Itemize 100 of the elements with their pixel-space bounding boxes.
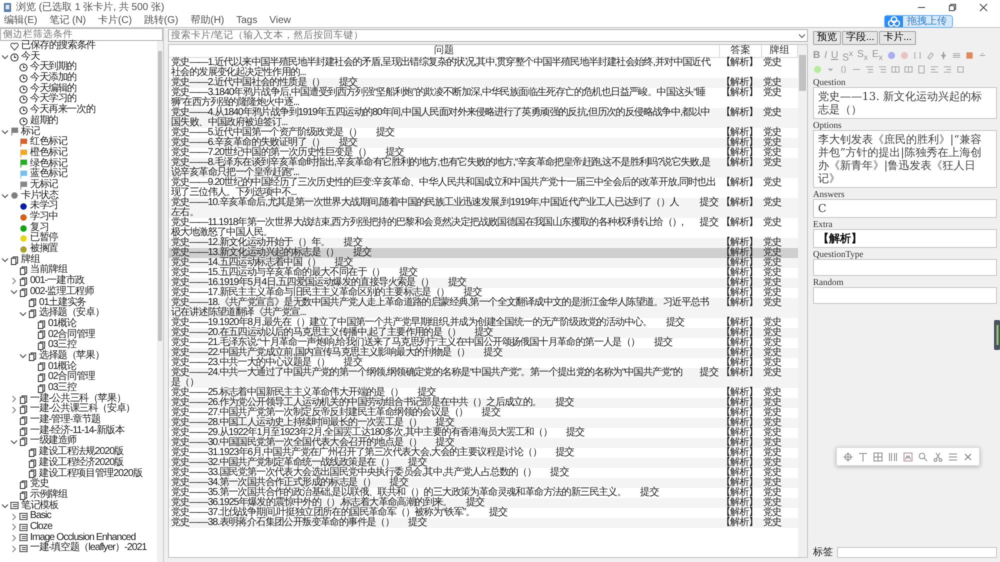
sidebar-item[interactable]: 选择题（苹果） (39, 350, 104, 362)
menu-icon[interactable] (948, 452, 958, 462)
sidebar-item[interactable]: 01概论 (48, 318, 76, 330)
editor-button[interactable]: 预览 (813, 31, 841, 45)
sidebar-item[interactable]: 03三控 (48, 340, 76, 351)
eraser-icon[interactable] (926, 51, 935, 60)
sidebar-item[interactable]: 已保存的搜索条件 (21, 41, 96, 52)
table-row[interactable]: 党史——13.新文化运动兴起的标志是（） 提交 【解析】 党史 (169, 248, 798, 258)
circle-icon[interactable] (886, 51, 896, 60)
bracket-icon[interactable] (912, 51, 922, 60)
sidebar-item[interactable]: 笔记模板 (21, 500, 58, 512)
table-row[interactable]: 党史——30.中国国民党第一次全国代表大会召开的地点是（） 提交 【解析】 党史 (169, 438, 798, 448)
chevron-down-icon[interactable] (1, 502, 9, 510)
table-row[interactable]: 党史——38.表明蒋介石集团公开叛变革命的事件是（） 提交 【解析】 党史 (169, 518, 798, 528)
sidebar-item[interactable]: 示例牌组 (30, 490, 68, 501)
table-row[interactable]: 党史——24.中共一大通过了中国共产党的第一个纲领,纲领确定党的名称是“中国共产党”。第一个提出党的名称为“中国共产党”的是（） 提交 【解析】 党史 (169, 368, 798, 388)
tags-field[interactable] (837, 547, 997, 558)
table-row[interactable]: 党史——28.中国工人运动史上持续时间最长的一次罢工是（） 提交 【解析】 党史 (169, 418, 798, 428)
circle-icon[interactable] (900, 51, 909, 60)
grid-icon[interactable] (872, 452, 883, 462)
column-header[interactable]: 答案 (720, 45, 762, 58)
columns-icon[interactable] (888, 452, 898, 462)
chevron-down-icon[interactable] (19, 310, 27, 318)
crosshair-icon[interactable] (842, 452, 853, 462)
sidebar-item[interactable]: 今天编辑的 (30, 84, 77, 94)
table-row[interactable]: 党史——12.新文化运动开始于（）年。 提交 【解析】 党史 (169, 238, 798, 248)
chevron-right-icon[interactable] (10, 523, 18, 532)
sidebar-item[interactable]: 002-监理工程师 (30, 286, 94, 298)
sidebar-item[interactable]: 03三控 (48, 383, 76, 394)
chevron-right-icon[interactable] (10, 406, 18, 414)
scissors-icon[interactable] (933, 452, 944, 462)
sidebar-item[interactable]: 建设工程经济2020版 (39, 458, 124, 469)
lines-icon[interactable] (952, 51, 961, 60)
microphone-icon[interactable] (938, 51, 948, 60)
paren-icon[interactable] (839, 65, 848, 74)
table-row[interactable]: 党史——16.1919年5月4日,五四爱国运动爆发的直接导火索是（） 提交 【解析】 党史 (169, 278, 798, 288)
sidebar-item[interactable]: 超期的 (30, 116, 58, 127)
sidebar-item[interactable]: 卡片状态 (21, 190, 58, 202)
align-right-icon[interactable] (943, 65, 952, 74)
side-widget[interactable] (994, 320, 1000, 350)
sidebar-item[interactable]: 学习中 (30, 212, 58, 223)
menu-item[interactable]: Tags (236, 15, 258, 27)
chevron-down-icon[interactable] (1, 192, 9, 200)
sidebar-item[interactable]: 建设工程项目管理2020版 (39, 468, 142, 480)
text-field[interactable] (813, 259, 997, 276)
scrollbar[interactable] (798, 45, 807, 557)
sidebar-item[interactable]: 今天添加的 (30, 73, 77, 84)
chevron-right-icon[interactable] (10, 534, 18, 542)
chevron-right-icon[interactable] (10, 512, 18, 521)
chevron-down-icon[interactable] (1, 128, 9, 136)
sidebar-item[interactable]: 蓝色标记 (30, 169, 68, 180)
table-row[interactable]: 党史——6.辛亥革命的失败证明了（） 提交 【解析】 党史 (169, 138, 798, 148)
sidebar-item[interactable]: 02合同管理 (48, 330, 95, 340)
menu-item[interactable]: 卡片(C) (98, 15, 132, 27)
table-row[interactable]: 党史——22.中国共产党成立前,国内宣传马克思主义影响最大的刊物是（） 提交 【解析】 党史 (169, 348, 798, 358)
sidebar-item[interactable]: 一建-管理-章节题 (30, 415, 100, 426)
sidebar-item[interactable]: 标记 (21, 126, 40, 138)
chevron-right-icon[interactable] (10, 277, 18, 286)
search-icon[interactable] (918, 452, 928, 462)
sidebar-item[interactable]: 今天再来一次的 (30, 105, 96, 116)
table-row[interactable]: 党史——34.第一次国共合作正式形成的标志是（） 提交 【解析】 党史 (169, 478, 798, 488)
chevron-down-icon[interactable] (1, 53, 9, 62)
table-row[interactable]: 党史——32.中国共产党制定革命统一战线政策是在（） 提交 【解析】 党史 (169, 458, 798, 468)
text-field[interactable]: C (813, 199, 997, 218)
table-row[interactable]: 党史——4.从1840年鸦片战争到1919年五四运动的80年间,中国人民面对外来侵略进行了英勇顽强的反抗,但历次的反侵略战争中,都以中国失败、中国政府被迫签订... 【解析】 党史 (169, 108, 798, 128)
text-tool-icon[interactable] (858, 452, 868, 462)
chevron-right-icon[interactable] (10, 395, 18, 404)
chevron-down-icon[interactable] (10, 288, 18, 296)
table-row[interactable]: 党史——20.在五四运动以后的马克思主义传播中,起了主要作用的是（） 提交 【解析】 党史 (169, 328, 798, 338)
menu-item[interactable]: View (269, 15, 291, 27)
sidebar-item[interactable]: 001-一建市政 (30, 276, 84, 287)
text-field[interactable]: 党史——13. 新文化运动兴起的标志是（） (813, 87, 997, 120)
menu-item[interactable]: 帮助(H) (190, 15, 224, 27)
text-field[interactable]: 【解析】 (813, 229, 997, 248)
chevron-down-icon[interactable] (10, 438, 18, 446)
table-row[interactable]: 党史——8.毛泽东在谈到辛亥革命时指出,辛亥革命有它胜利的地方,也有它失败的地方,“辛亥革命把皇帝赶跑,这不是胜利吗?说它失败,是说辛亥革命只把一个皇帝赶跑”... 【解析】 党史 (169, 158, 798, 178)
column-header[interactable]: 问题 (169, 45, 720, 58)
table-row[interactable]: 党史——10.辛亥革命后,尤其是第一次世界大战期间,随着中国的民族工业迅速发展,到1919年,中国近代产业工人已达到了（）人左右。 提交 【解析】 党史 (169, 198, 798, 218)
sidebar-item[interactable]: Cloze (30, 522, 52, 533)
editor-button[interactable]: 卡片... (879, 31, 916, 45)
sidebar-item[interactable]: 红色标记 (30, 137, 68, 148)
sidebar-item[interactable]: 01概论 (48, 362, 76, 372)
square-icon[interactable] (956, 65, 965, 74)
table-row[interactable]: 党史——14.五四运动标志着中国（） 提交 【解析】 党史 (169, 258, 798, 268)
sidebar-item[interactable]: 被搁置 (30, 244, 58, 255)
editor-button[interactable]: 字段... (842, 31, 878, 45)
sidebar-item[interactable]: Basic (30, 511, 51, 522)
block-icon[interactable] (917, 65, 926, 74)
restore-icon[interactable] (948, 3, 957, 12)
sidebar-item[interactable]: 选择题（安卓） (39, 308, 104, 319)
sidebar-item[interactable]: 今天 (21, 52, 40, 62)
table-row[interactable]: 党史——18.《共产党宣言》是无数中国共产党人走上革命道路的启蒙经典,第一个全文翻译成中文的是浙江金华人陈望道。习近平总书记在讲述陈望道翻译《共产党宣... 【解析】 党史 (169, 298, 798, 318)
sidebar-item[interactable]: 建设工程法规2020版 (39, 447, 124, 458)
column-header[interactable]: 牌组 (762, 45, 798, 58)
sidebar-item[interactable]: 未学习 (30, 201, 58, 212)
sidebar-item[interactable]: 02合同管理 (48, 372, 95, 384)
table-row[interactable]: 党史——36.1925年爆发的震惊中外的（）,标志着大革命高潮的到来。 提交 【解析】 党史 (169, 498, 798, 508)
dropdown-icon[interactable] (798, 32, 806, 40)
sidebar-item[interactable]: 橙色标记 (30, 148, 68, 159)
sidebar-item[interactable]: 一建-填空题（leaflyer）-2021 (30, 543, 146, 554)
